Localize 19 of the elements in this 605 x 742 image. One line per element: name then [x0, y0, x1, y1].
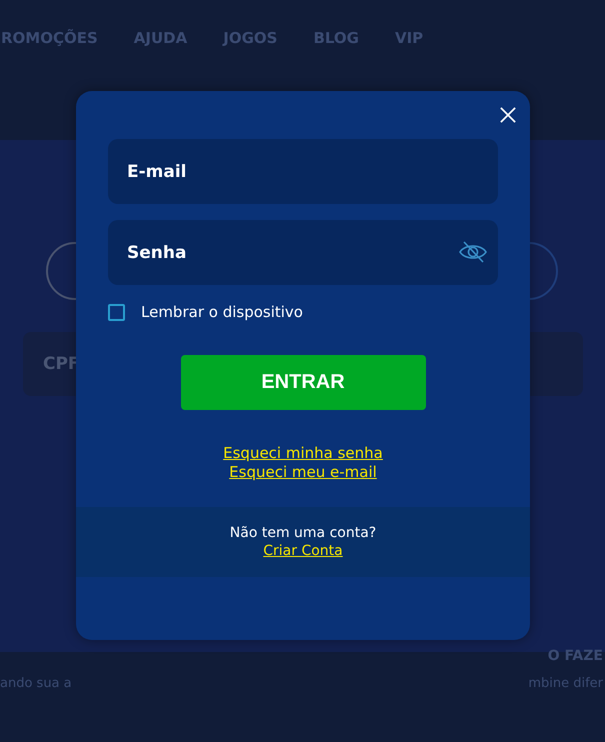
forgot-link[interactable]: Esqueci minha senha — [223, 444, 383, 463]
body-text: ando sua a — [0, 676, 72, 691]
login-button[interactable]: ENTRAR — [180, 355, 426, 410]
signup-link[interactable]: Criar Conta — [263, 542, 343, 560]
nav-link[interactable]: ROMOÇÕES — [1, 29, 98, 47]
nav-link[interactable]: AJUDA — [134, 29, 188, 47]
forgot-link[interactable]: Esqueci meu e-mail — [229, 463, 377, 482]
nav-link[interactable]: VIP — [394, 29, 424, 47]
section-heading: O FAZE — [548, 648, 603, 664]
eye-slash-icon[interactable] — [458, 241, 488, 263]
body-text: mbine difer — [528, 676, 603, 691]
checkbox[interactable] — [108, 304, 125, 320]
email-field[interactable]: E-mail — [108, 139, 498, 204]
checkbox-label: Lembrar o dispositivo — [141, 303, 303, 321]
signup-prompt: Não tem uma conta? — [230, 524, 376, 542]
nav-link[interactable]: BLOG — [313, 29, 359, 47]
close-icon[interactable] — [500, 107, 516, 123]
nav-link[interactable]: JOGOS — [223, 29, 278, 47]
password-field[interactable]: Senha — [108, 220, 498, 285]
